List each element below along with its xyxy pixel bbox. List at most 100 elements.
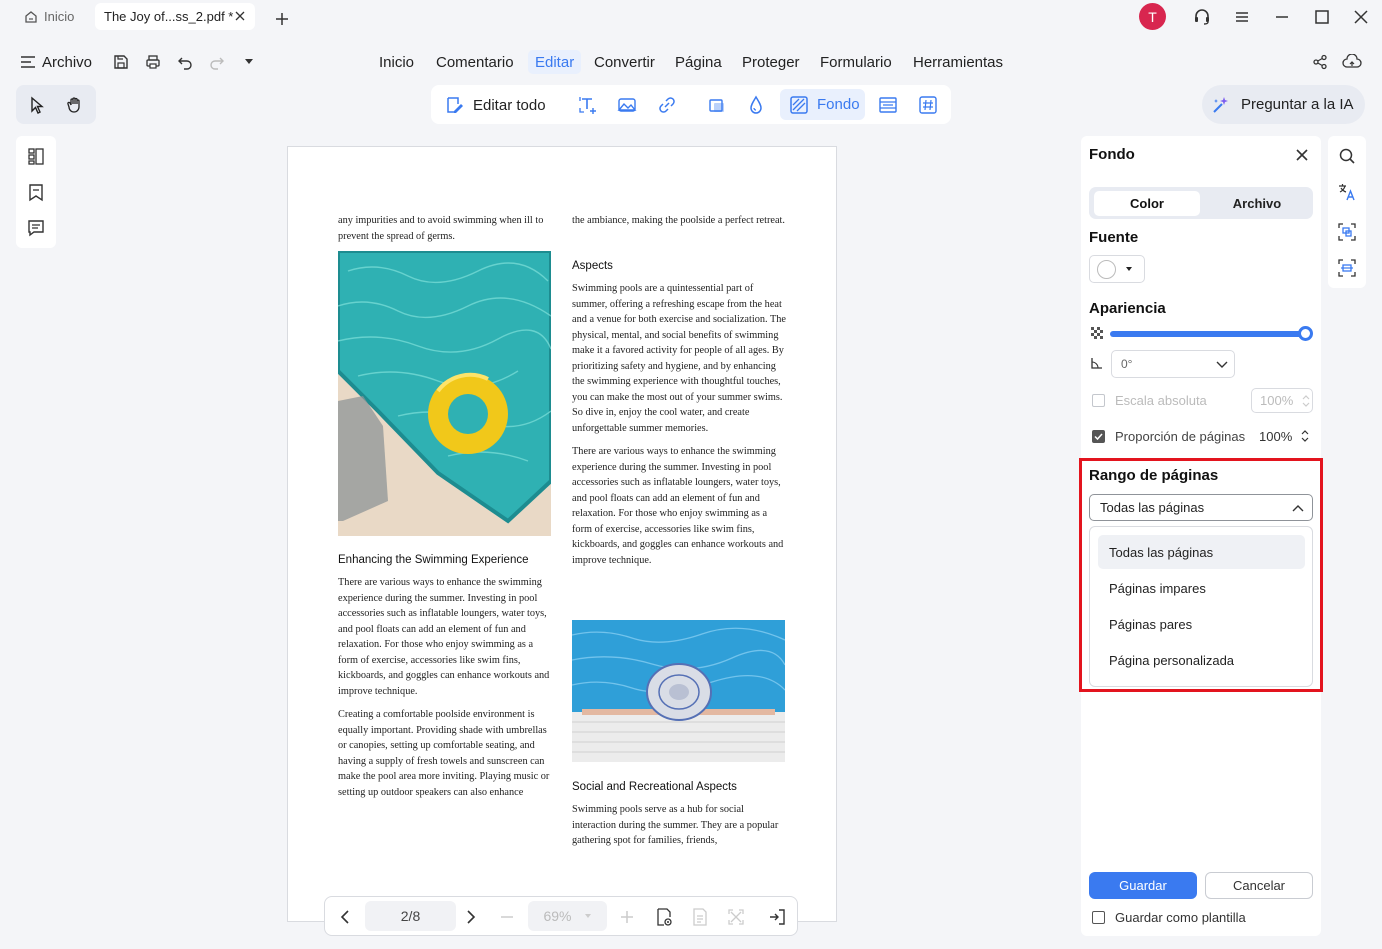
ask-ai-label: Preguntar a la IA bbox=[1241, 96, 1354, 113]
edit-all-button[interactable]: Editar todo bbox=[445, 95, 546, 115]
add-image-icon[interactable] bbox=[616, 94, 638, 116]
color-swatch bbox=[1097, 260, 1116, 279]
hand-tool-icon[interactable] bbox=[64, 94, 86, 116]
share-icon[interactable] bbox=[1309, 51, 1331, 73]
menu-inicio[interactable]: Inicio bbox=[379, 50, 414, 74]
select-cursor-icon[interactable] bbox=[26, 94, 48, 116]
opacity-slider-thumb[interactable] bbox=[1298, 326, 1313, 341]
minimize-icon[interactable] bbox=[1271, 6, 1293, 28]
col1-heading: Enhancing the Swimming Experience bbox=[338, 554, 529, 566]
pool-hat-image bbox=[572, 620, 785, 762]
next-page-icon[interactable] bbox=[460, 906, 482, 928]
col2-paragraph-1: Swimming pools are a quintessential part… bbox=[572, 283, 786, 434]
new-tab-button[interactable] bbox=[274, 5, 290, 32]
search-icon[interactable] bbox=[1336, 145, 1358, 167]
save-button[interactable]: Guardar bbox=[1089, 872, 1197, 899]
col2-paragraph-2: There are various ways to enhance the sw… bbox=[572, 446, 784, 566]
rotation-select[interactable]: 0° bbox=[1111, 350, 1235, 378]
right-rail bbox=[1328, 136, 1366, 288]
print-icon[interactable] bbox=[142, 51, 164, 73]
menu-pagina[interactable]: Página bbox=[675, 50, 722, 74]
zoom-field[interactable]: 69% bbox=[528, 901, 607, 931]
left-sidebar bbox=[16, 136, 56, 248]
header-footer-icon[interactable] bbox=[877, 94, 899, 116]
menu-convertir[interactable]: Convertir bbox=[594, 50, 655, 74]
absolute-scale-field[interactable]: 100% bbox=[1251, 388, 1313, 413]
menu-editar[interactable]: Editar bbox=[528, 50, 582, 74]
document-page[interactable]: any impurities and to avoid swimming whe… bbox=[287, 146, 837, 922]
background-tool-button[interactable]: Fondo bbox=[780, 89, 865, 120]
fullscreen-icon[interactable] bbox=[725, 906, 747, 928]
page-ratio-field[interactable]: 100% bbox=[1251, 424, 1313, 449]
close-tab-icon[interactable] bbox=[233, 9, 247, 23]
ask-ai-button[interactable]: Preguntar a la IA bbox=[1202, 85, 1365, 124]
add-link-icon[interactable] bbox=[656, 94, 678, 116]
crop-icon[interactable] bbox=[706, 94, 728, 116]
tab-home[interactable]: Inicio bbox=[16, 3, 84, 30]
menu-comentario[interactable]: Comentario bbox=[436, 50, 514, 74]
source-label: Fuente bbox=[1089, 229, 1139, 246]
add-text-icon[interactable] bbox=[577, 94, 599, 116]
ocr-icon[interactable] bbox=[1336, 257, 1358, 279]
tab-home-label: Inicio bbox=[44, 9, 75, 24]
redo-icon[interactable] bbox=[206, 51, 228, 73]
file-menu[interactable]: Archivo bbox=[20, 50, 92, 74]
translate-icon[interactable] bbox=[1336, 181, 1358, 203]
bookmark-icon[interactable] bbox=[25, 181, 47, 203]
menu-bar: Archivo Inicio Comentario Editar Convert… bbox=[0, 44, 1382, 80]
previous-page-icon[interactable] bbox=[334, 906, 356, 928]
rotation-value: 0° bbox=[1121, 357, 1133, 371]
zoom-value: 69% bbox=[543, 908, 572, 924]
maximize-icon[interactable] bbox=[1311, 6, 1333, 28]
save-template-label: Guardar como plantilla bbox=[1115, 910, 1246, 925]
title-bar: Inicio The Joy of...ss_2.pdf * T bbox=[0, 0, 1382, 34]
thumbnails-icon[interactable] bbox=[25, 145, 47, 167]
close-window-icon[interactable] bbox=[1350, 6, 1372, 28]
tab-file[interactable]: Archivo bbox=[1206, 191, 1308, 216]
dropdown-arrow-icon[interactable] bbox=[238, 51, 260, 73]
headset-icon[interactable] bbox=[1191, 6, 1213, 28]
source-type-tabs: Color Archivo bbox=[1089, 187, 1313, 219]
menu-icon[interactable] bbox=[1231, 6, 1253, 28]
page-number-field[interactable]: 2/8 bbox=[365, 901, 456, 931]
stepper-icon bbox=[1301, 430, 1309, 442]
file-menu-label: Archivo bbox=[42, 53, 93, 71]
absolute-scale-checkbox[interactable] bbox=[1092, 394, 1105, 407]
collapse-panel-icon[interactable] bbox=[766, 906, 788, 928]
col2-body: Swimming pools are a quintessential part… bbox=[572, 281, 788, 576]
close-panel-icon[interactable] bbox=[1293, 146, 1311, 164]
zoom-in-icon[interactable] bbox=[616, 906, 638, 928]
rotation-icon bbox=[1091, 357, 1103, 369]
cloud-icon[interactable] bbox=[1341, 51, 1363, 73]
fit-page-icon[interactable] bbox=[689, 906, 711, 928]
menu-herramientas[interactable]: Herramientas bbox=[913, 50, 1003, 74]
avatar[interactable]: T bbox=[1139, 3, 1166, 30]
page-view-icon[interactable] bbox=[653, 906, 675, 928]
bates-number-icon[interactable] bbox=[917, 94, 939, 116]
cancel-button[interactable]: Cancelar bbox=[1205, 872, 1313, 899]
compare-icon[interactable] bbox=[1336, 221, 1358, 243]
tab-color[interactable]: Color bbox=[1094, 191, 1200, 216]
undo-icon[interactable] bbox=[174, 51, 196, 73]
watermark-icon[interactable] bbox=[745, 94, 767, 116]
menu-proteger[interactable]: Proteger bbox=[742, 50, 800, 74]
color-picker[interactable] bbox=[1089, 255, 1145, 283]
page-ratio-checkbox[interactable] bbox=[1092, 430, 1105, 443]
opacity-slider[interactable] bbox=[1110, 331, 1306, 337]
zoom-out-icon[interactable] bbox=[496, 906, 518, 928]
background-icon bbox=[790, 95, 808, 114]
opacity-icon bbox=[1091, 327, 1103, 339]
save-icon[interactable] bbox=[110, 51, 132, 73]
page-ratio-value: 100% bbox=[1259, 429, 1293, 444]
save-template-checkbox[interactable] bbox=[1092, 911, 1105, 924]
page-navigation-bar: 2/8 69% bbox=[324, 896, 798, 936]
tab-document[interactable]: The Joy of...ss_2.pdf * bbox=[95, 3, 255, 30]
tool-group bbox=[16, 85, 96, 124]
menu-formulario[interactable]: Formulario bbox=[820, 50, 892, 74]
stepper-icon bbox=[1302, 395, 1310, 407]
absolute-scale-label: Escala absoluta bbox=[1115, 393, 1207, 408]
comments-icon[interactable] bbox=[25, 217, 47, 239]
hamburger-icon bbox=[21, 56, 35, 68]
page-ratio-label: Proporción de páginas bbox=[1115, 429, 1246, 444]
absolute-scale-value: 100% bbox=[1260, 393, 1294, 408]
